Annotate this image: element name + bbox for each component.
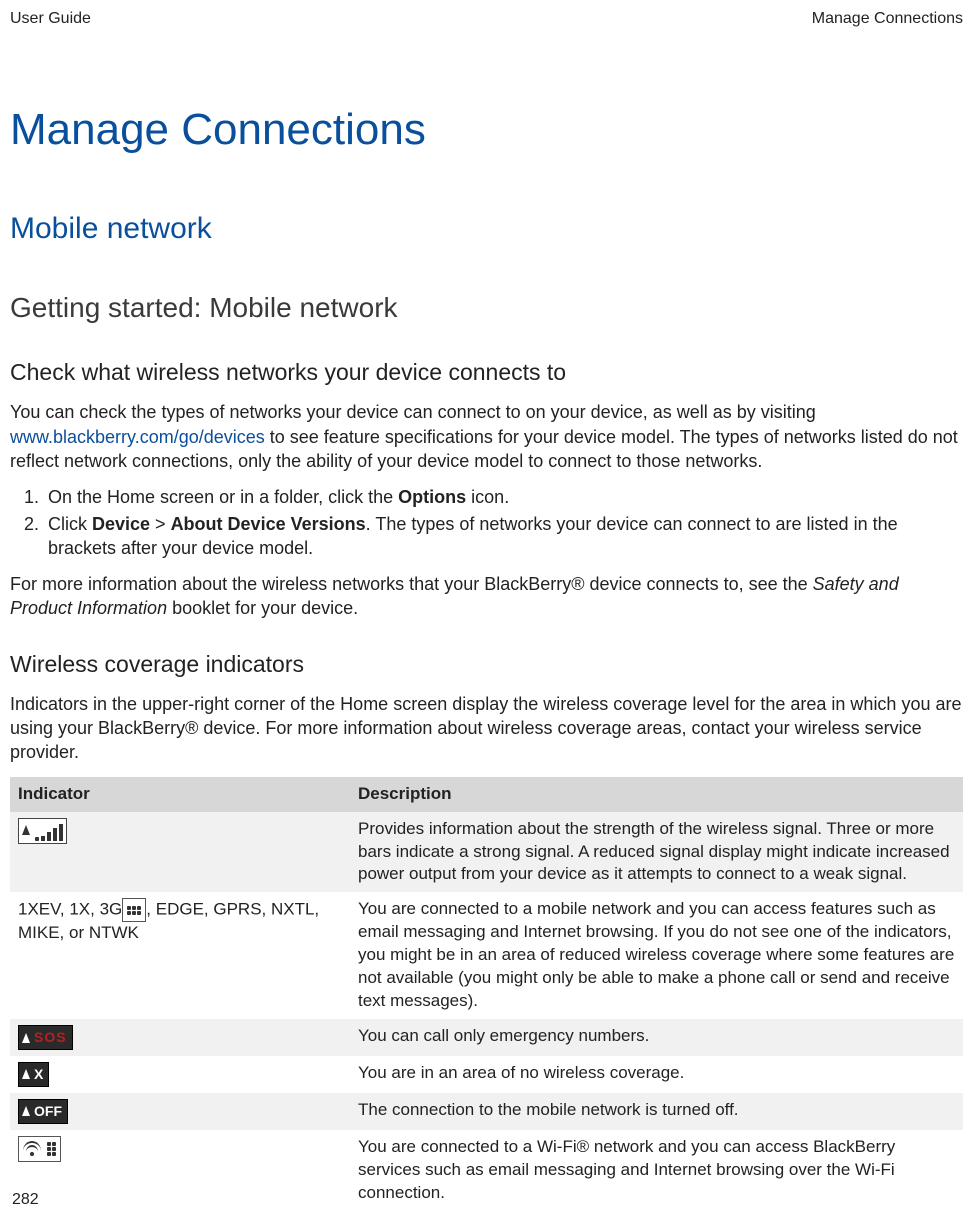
cell-description: You are in an area of no wireless covera… [350, 1056, 963, 1093]
footer-paragraph: For more information about the wireless … [10, 572, 963, 621]
text: You can check the types of networks your… [10, 402, 816, 422]
cell-description: You can call only emergency numbers. [350, 1019, 963, 1056]
section-getting-started: Getting started: Mobile network [10, 289, 963, 327]
cell-description: The connection to the mobile network is … [350, 1093, 963, 1130]
cell-indicator [10, 1130, 350, 1211]
sos-text: SOS [34, 1028, 67, 1047]
section-mobile-network: Mobile network [10, 209, 963, 250]
text: booklet for your device. [167, 598, 358, 618]
table-row: Provides information about the strength … [10, 812, 963, 893]
bold-options: Options [398, 487, 466, 507]
col-indicator: Indicator [10, 777, 350, 812]
cell-description: You are connected to a Wi-Fi® network an… [350, 1130, 963, 1211]
intro-paragraph: You can check the types of networks your… [10, 400, 963, 473]
table-row: X You are in an area of no wireless cove… [10, 1056, 963, 1093]
text: For more information about the wireless … [10, 574, 813, 594]
step-2: Click Device > About Device Versions. Th… [44, 512, 963, 561]
x-text: X [34, 1065, 43, 1084]
cell-indicator: 1XEV, 1X, 3G, EDGE, GPRS, NXTL, MIKE, or… [10, 892, 350, 1019]
table-row: OFF The connection to the mobile network… [10, 1093, 963, 1130]
steps-list: On the Home screen or in a folder, click… [10, 485, 963, 560]
bold-about-versions: About Device Versions [171, 514, 366, 534]
text: 1XEV, 1X, 3G [18, 900, 122, 919]
indicators-table: Indicator Description Provides informati… [10, 777, 963, 1211]
text: icon. [466, 487, 509, 507]
blackberry-logo-icon [122, 898, 146, 922]
heading-check-networks: Check what wireless networks your device… [10, 357, 963, 388]
bold-device: Device [92, 514, 150, 534]
page-title: Manage Connections [10, 100, 963, 159]
running-header: User Guide Manage Connections [10, 8, 963, 30]
cell-description: You are connected to a mobile network an… [350, 892, 963, 1019]
cell-indicator: SOS [10, 1019, 350, 1056]
table-row: You are connected to a Wi-Fi® network an… [10, 1130, 963, 1211]
col-description: Description [350, 777, 963, 812]
header-right: Manage Connections [812, 8, 963, 30]
link-bb-devices[interactable]: www.blackberry.com/go/devices [10, 427, 265, 447]
off-text: OFF [34, 1102, 62, 1121]
coverage-intro: Indicators in the upper-right corner of … [10, 692, 963, 765]
text: On the Home screen or in a folder, click… [48, 487, 398, 507]
signal-strength-icon [18, 818, 67, 844]
table-row: 1XEV, 1X, 3G, EDGE, GPRS, NXTL, MIKE, or… [10, 892, 963, 1019]
sos-icon: SOS [18, 1025, 73, 1050]
wifi-blackberry-icon [18, 1136, 61, 1162]
network-off-icon: OFF [18, 1099, 68, 1124]
cell-indicator: X [10, 1056, 350, 1093]
block-check-networks: Check what wireless networks your device… [10, 357, 963, 620]
block-coverage-indicators: Wireless coverage indicators Indicators … [10, 649, 963, 1211]
no-coverage-icon: X [18, 1062, 49, 1087]
cell-indicator [10, 812, 350, 893]
text: > [150, 514, 171, 534]
page-number: 282 [12, 1189, 39, 1211]
cell-indicator: OFF [10, 1093, 350, 1130]
table-header-row: Indicator Description [10, 777, 963, 812]
cell-description: Provides information about the strength … [350, 812, 963, 893]
text: Click [48, 514, 92, 534]
heading-coverage-indicators: Wireless coverage indicators [10, 649, 963, 680]
table-row: SOS You can call only emergency numbers. [10, 1019, 963, 1056]
header-left: User Guide [10, 8, 91, 30]
step-1: On the Home screen or in a folder, click… [44, 485, 963, 509]
